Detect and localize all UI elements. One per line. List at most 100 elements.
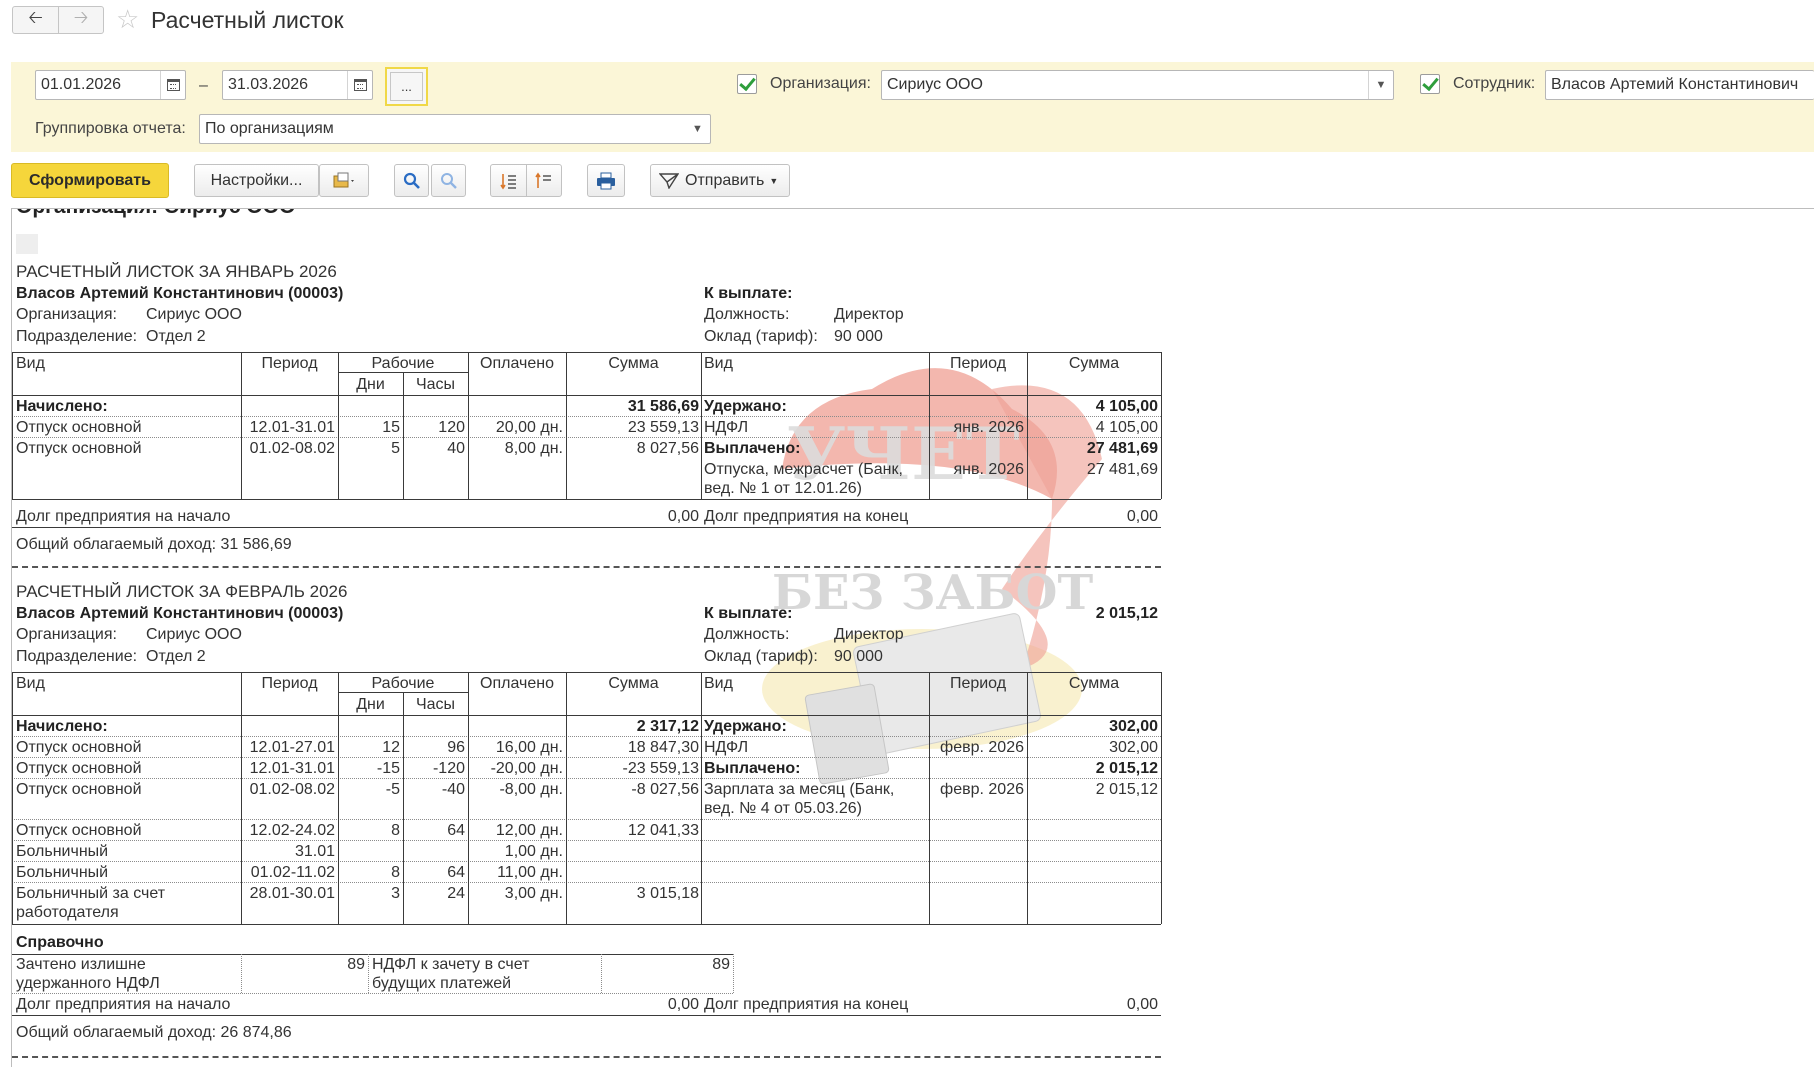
- payment-kind: Зарплата за месяц (Банк,: [704, 781, 895, 798]
- col-hours: Часы: [415, 376, 456, 393]
- dept-value: Отдел 2: [146, 328, 206, 345]
- calendar-button[interactable]: [160, 71, 185, 99]
- expand-groups-icon: [500, 173, 516, 189]
- find-button[interactable]: [394, 164, 429, 197]
- debt-end-label: Долг предприятия на конец: [704, 508, 909, 525]
- date-to-value: 31.03.2026: [228, 76, 309, 93]
- star-icon[interactable]: ☆: [116, 5, 139, 33]
- col-days: Дни: [356, 696, 385, 713]
- date-separator: –: [199, 77, 208, 94]
- accrued-label: Начислено:: [16, 398, 108, 415]
- variants-button[interactable]: [319, 164, 369, 197]
- position-label: Должность:: [704, 306, 790, 323]
- expand-all-button[interactable]: [491, 165, 526, 196]
- reference-item1-line2: удержанного НДФЛ: [16, 975, 160, 992]
- collapse-all-button[interactable]: [526, 165, 561, 196]
- dropdown-button[interactable]: ▼: [685, 115, 710, 143]
- row-paid: 16,00 дн.: [495, 739, 563, 756]
- col-period: Период: [261, 675, 318, 692]
- row-days: 15: [382, 419, 400, 436]
- employee-field[interactable]: Власов Артемий Константинович: [1545, 70, 1814, 100]
- col-sum: Сумма: [608, 675, 659, 692]
- row-hours: 24: [447, 885, 465, 902]
- withheld-label: Удержано:: [704, 718, 787, 735]
- row-kind: Отпуск основной: [16, 760, 142, 777]
- row-sum: 3 015,18: [636, 885, 699, 902]
- row-days: -5: [385, 781, 400, 798]
- reference-item1: Зачтено излишне: [16, 956, 146, 973]
- send-icon: [659, 172, 679, 189]
- dept-value: Отдел 2: [146, 648, 206, 665]
- debt-end-value: 0,00: [1126, 508, 1158, 525]
- organization-value: Сириус ООО: [887, 76, 983, 93]
- row-days: 8: [391, 864, 400, 881]
- col-period: Период: [261, 355, 318, 372]
- generate-button[interactable]: Сформировать: [11, 163, 169, 198]
- select-period-button[interactable]: ...: [385, 67, 428, 106]
- paid-out-total: 2 015,12: [1095, 760, 1158, 777]
- ndfl-kind: НДФЛ: [704, 419, 749, 436]
- payment-sum: 27 481,69: [1086, 461, 1158, 478]
- withheld-total: 302,00: [1109, 718, 1158, 735]
- payment-period: янв. 2026: [953, 461, 1024, 478]
- debt-end-value: 0,00: [1126, 996, 1158, 1013]
- salary-label: Оклад (тариф):: [704, 328, 818, 345]
- ndfl-kind: НДФЛ: [704, 739, 749, 756]
- calendar-icon: [166, 79, 180, 91]
- collapse-groups-icon: [535, 172, 552, 188]
- row-kind: Больничный: [16, 843, 109, 860]
- row-period: 12.01-31.01: [249, 760, 335, 777]
- col-hours: Часы: [415, 696, 456, 713]
- row-days: 8: [391, 822, 400, 839]
- debt-start-value: 0,00: [667, 508, 699, 525]
- organization-field[interactable]: Сириус ООО ▼: [881, 70, 1394, 100]
- employee-name: Власов Артемий Константинович (00003): [16, 605, 344, 622]
- print-button[interactable]: [587, 164, 625, 197]
- date-to-field[interactable]: 31.03.2026: [222, 70, 373, 100]
- grouping-field[interactable]: По организациям ▼: [199, 114, 711, 144]
- date-from-value: 01.01.2026: [41, 76, 122, 93]
- row-kind: Отпуск основной: [16, 781, 142, 798]
- position-value: Директор: [834, 626, 904, 643]
- row-period: 01.02-11.02: [250, 864, 335, 881]
- salary-label: Оклад (тариф):: [704, 648, 818, 665]
- organization-checkbox[interactable]: [737, 74, 757, 94]
- payment-kind-line2: вед. № 4 от 05.03.26): [704, 800, 862, 817]
- select-period-label: ...: [401, 79, 412, 94]
- row-sum: -23 559,13: [622, 760, 699, 777]
- ndfl-sum: 4 105,00: [1095, 419, 1158, 436]
- date-from-field[interactable]: 01.01.2026: [35, 70, 186, 100]
- col-kind-right: Вид: [704, 355, 733, 372]
- row-period: 12.01-27.01: [249, 739, 335, 756]
- cancel-search-button[interactable]: [431, 164, 466, 197]
- taxable-income: Общий облагаемый доход: 26 874,86: [16, 1024, 292, 1041]
- forward-button[interactable]: 🡢: [58, 7, 103, 33]
- row-kind: Отпуск основной: [16, 440, 142, 457]
- accrued-total: 2 317,12: [636, 718, 699, 735]
- row-kind: Больничный за счет: [16, 885, 166, 902]
- row-period: 28.01-30.01: [249, 885, 335, 902]
- withheld-label: Удержано:: [704, 398, 787, 415]
- row-hours: 120: [438, 419, 465, 436]
- debt-start-label: Долг предприятия на начало: [16, 508, 231, 525]
- dept-label: Подразделение:: [16, 648, 138, 665]
- report-variant-icon: [333, 172, 354, 187]
- row-hours: 40: [447, 440, 465, 457]
- back-button[interactable]: 🡠: [13, 7, 58, 33]
- col-days: Дни: [356, 376, 385, 393]
- row-period: 12.01-31.01: [249, 419, 335, 436]
- dropdown-button[interactable]: ▼: [1368, 71, 1393, 99]
- row-sum: 18 847,30: [627, 739, 699, 756]
- send-label: Отправить: [685, 171, 765, 189]
- payment-kind-line2: вед. № 1 от 12.01.26): [704, 480, 862, 497]
- employee-checkbox[interactable]: [1420, 74, 1440, 94]
- search-icon: [403, 172, 420, 189]
- settings-button[interactable]: Настройки...: [194, 164, 319, 197]
- send-button[interactable]: Отправить ▼: [650, 164, 790, 197]
- payment-sum: 2 015,12: [1095, 781, 1158, 798]
- calendar-button[interactable]: [347, 71, 372, 99]
- col-kind-right: Вид: [704, 675, 733, 692]
- col-sum: Сумма: [608, 355, 659, 372]
- row-paid: -20,00 дн.: [490, 760, 563, 777]
- org-label: Организация:: [16, 306, 117, 323]
